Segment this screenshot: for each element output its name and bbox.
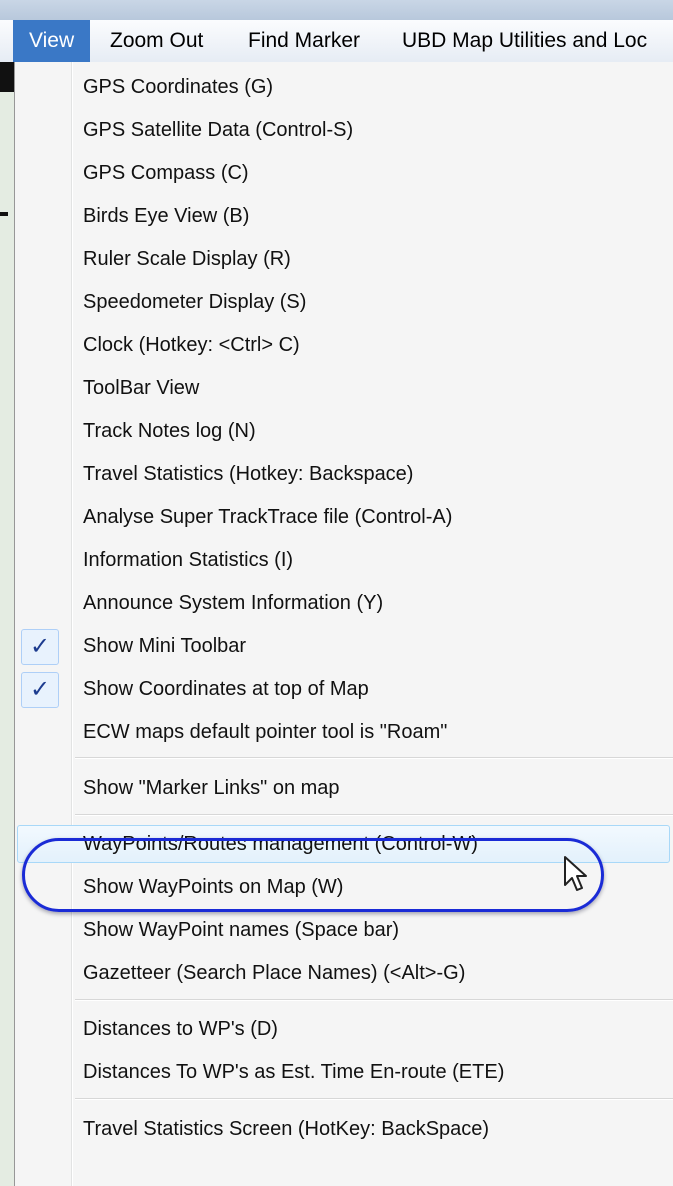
menu-item-label: GPS Satellite Data (Control-S) (83, 119, 354, 141)
menu-item-track-notes-log[interactable]: Track Notes log (N) (15, 411, 673, 451)
menu-item-birds-eye-view[interactable]: Birds Eye View (B) (15, 196, 673, 236)
menu-item-travel-statistics-screen[interactable]: Travel Statistics Screen (HotKey: BackSp… (15, 1109, 673, 1149)
menu-item-label: Clock (Hotkey: <Ctrl> C) (83, 334, 300, 356)
menu-item-label: Travel Statistics (Hotkey: Backspace) (83, 463, 414, 485)
menu-item-label: Birds Eye View (B) (83, 205, 250, 227)
annotation-highlight-outline (22, 838, 604, 912)
menu-item-analyse-super-tracktrace[interactable]: Analyse Super TrackTrace file (Control-A… (15, 497, 673, 537)
menu-item-clock[interactable]: Clock (Hotkey: <Ctrl> C) (15, 325, 673, 365)
view-dropdown-menu: GPS Coordinates (G) GPS Satellite Data (… (14, 62, 673, 1186)
menu-item-toolbar-view[interactable]: ToolBar View (15, 368, 673, 408)
menu-separator (75, 1098, 673, 1100)
menu-item-travel-statistics[interactable]: Travel Statistics (Hotkey: Backspace) (15, 454, 673, 494)
menu-item-label: Distances To WP's as Est. Time En-route … (83, 1061, 505, 1083)
map-background-edge (0, 62, 14, 1186)
menu-item-speedometer-display[interactable]: Speedometer Display (S) (15, 282, 673, 322)
window-top-strip (0, 0, 673, 20)
menu-item-ecw-default-pointer[interactable]: ECW maps default pointer tool is "Roam" (15, 712, 673, 752)
menu-item-label: Information Statistics (I) (83, 549, 294, 571)
menu-item-label: Show "Marker Links" on map (83, 777, 340, 799)
menu-item-gps-satellite-data[interactable]: GPS Satellite Data (Control-S) (15, 110, 673, 150)
menu-item-distances-ete[interactable]: Distances To WP's as Est. Time En-route … (15, 1052, 673, 1092)
checkmark-icon: ✓ (21, 629, 59, 665)
menu-item-label: Show WayPoint names (Space bar) (83, 919, 400, 941)
menu-find-marker[interactable]: Find Marker (248, 20, 360, 62)
menu-separator (75, 999, 673, 1001)
menu-item-gps-compass[interactable]: GPS Compass (C) (15, 153, 673, 193)
menu-item-label: Distances to WP's (D) (83, 1018, 278, 1040)
menu-item-label: Travel Statistics Screen (HotKey: BackSp… (83, 1118, 490, 1140)
menu-item-show-marker-links[interactable]: Show "Marker Links" on map (15, 768, 673, 808)
menu-item-gps-coordinates[interactable]: GPS Coordinates (G) (15, 67, 673, 107)
menu-view[interactable]: View (13, 20, 91, 62)
menu-item-label: ToolBar View (83, 377, 200, 399)
menu-item-label: Gazetteer (Search Place Names) (<Alt>-G) (83, 962, 466, 984)
menu-item-label: Ruler Scale Display (R) (83, 248, 291, 270)
menu-separator (75, 814, 673, 816)
menu-item-distances-to-wps[interactable]: Distances to WP's (D) (15, 1009, 673, 1049)
menu-item-label: Analyse Super TrackTrace file (Control-A… (83, 506, 453, 528)
menu-item-ruler-scale-display[interactable]: Ruler Scale Display (R) (15, 239, 673, 279)
menu-item-information-statistics[interactable]: Information Statistics (I) (15, 540, 673, 580)
menu-item-gazetteer[interactable]: Gazetteer (Search Place Names) (<Alt>-G) (15, 953, 673, 993)
menu-item-show-mini-toolbar[interactable]: ✓ Show Mini Toolbar (15, 626, 673, 666)
menu-item-label: Speedometer Display (S) (83, 291, 307, 313)
menu-item-label: GPS Coordinates (G) (83, 76, 274, 98)
menu-separator (75, 757, 673, 759)
menu-item-show-waypoint-names[interactable]: Show WayPoint names (Space bar) (15, 910, 673, 950)
menu-item-label: Show Coordinates at top of Map (83, 678, 369, 700)
menu-item-label: Track Notes log (N) (83, 420, 256, 442)
menu-item-label: Announce System Information (Y) (83, 592, 384, 614)
checkmark-icon: ✓ (21, 672, 59, 708)
menu-zoom-out[interactable]: Zoom Out (110, 20, 203, 62)
menu-item-show-coordinates-top[interactable]: ✓ Show Coordinates at top of Map (15, 669, 673, 709)
menu-bar: View Zoom Out Find Marker UBD Map Utilit… (0, 20, 673, 63)
menu-ubd-map-utilities[interactable]: UBD Map Utilities and Loc (402, 20, 647, 62)
menu-item-label: ECW maps default pointer tool is "Roam" (83, 721, 448, 743)
menu-item-label: Show Mini Toolbar (83, 635, 247, 657)
menu-item-announce-system-information[interactable]: Announce System Information (Y) (15, 583, 673, 623)
menu-item-label: GPS Compass (C) (83, 162, 249, 184)
mouse-pointer-icon (564, 856, 587, 891)
